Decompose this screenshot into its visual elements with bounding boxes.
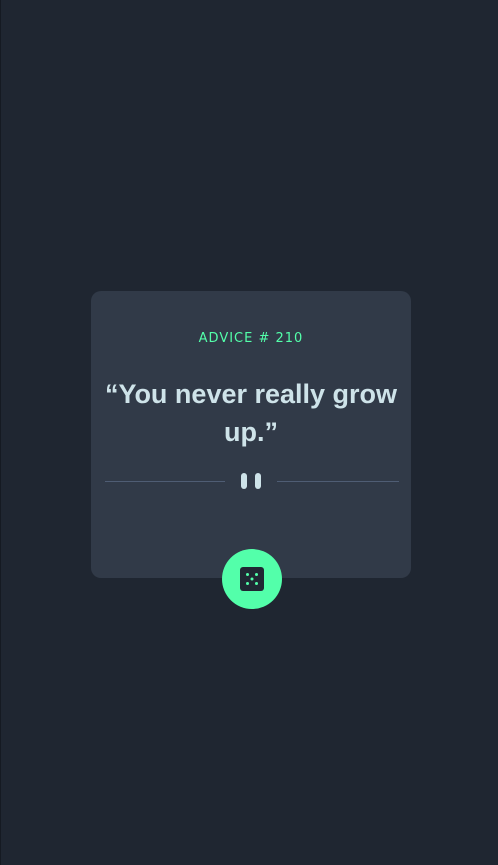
advice-quote: “You never really grow up.” <box>104 379 398 447</box>
generate-advice-button[interactable] <box>222 549 282 609</box>
pause-bar-left <box>241 473 247 489</box>
divider-line-left <box>105 481 225 482</box>
divider-line-right <box>277 481 399 482</box>
divider <box>105 471 399 491</box>
advice-id: ADVICE # 210 <box>198 331 304 346</box>
pause-bar-right <box>255 473 261 489</box>
advice-card: ADVICE # 210 “You never really grow up.” <box>91 291 411 578</box>
dice-icon <box>240 567 264 591</box>
page: ADVICE # 210 “You never really grow up.” <box>0 0 498 865</box>
pause-icon <box>241 473 263 489</box>
